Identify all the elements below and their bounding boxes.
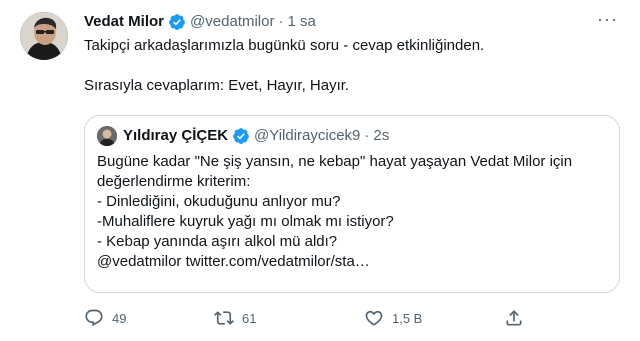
tweet-actions-bar: 49 61 1,5 B <box>84 308 554 328</box>
quoted-tweet-timestamp: 2s <box>373 127 390 144</box>
quoted-text-line: değerlendirme kriterim: <box>97 173 251 190</box>
quoted-text-line: Bugüne kadar "Ne şiş yansın, ne kebap" h… <box>97 153 573 170</box>
retweet-button[interactable]: 61 <box>214 308 364 328</box>
verified-badge-icon <box>169 14 185 30</box>
tweet-timestamp[interactable]: 1 sa <box>287 12 315 32</box>
separator-dot: · <box>278 13 284 30</box>
user-avatar-icon <box>20 12 68 60</box>
author-display-name[interactable]: Vedat Milor <box>84 12 164 32</box>
reply-count: 49 <box>112 310 127 326</box>
reply-icon <box>85 309 103 327</box>
tweet-text-line: Sırasıyla cevaplarım: Evet, Hayır, Hayır… <box>84 77 350 94</box>
user-avatar-icon <box>97 126 117 146</box>
retweet-count: 61 <box>242 310 257 326</box>
author-avatar[interactable] <box>20 12 68 60</box>
verified-badge-icon <box>233 128 249 144</box>
heart-icon <box>365 310 383 326</box>
quoted-tweet[interactable]: Yıldıray ÇİÇEK @Yildiraycicek9 · 2s Bugü… <box>84 115 620 293</box>
author-handle[interactable]: @vedatmilor <box>190 12 274 32</box>
like-button[interactable]: 1,5 B <box>364 308 504 328</box>
quoted-text-line: - Kebap yanında aşırı alkol mü aldı? <box>97 233 338 250</box>
more-options-icon[interactable]: ··· <box>597 10 618 28</box>
quoted-author-avatar <box>97 126 117 146</box>
retweet-icon <box>214 311 234 325</box>
quoted-text-line: - Dinlediğini, okuduğunu anlıyor mu? <box>97 193 341 210</box>
quoted-text-line: @vedatmilor twitter.com/vedatmilor/sta… <box>97 253 370 270</box>
quoted-text-line: -Muhaliflere kuyruk yağı mı olmak mı ist… <box>97 213 394 230</box>
quoted-author-handle: @Yildiraycicek9 <box>254 127 361 144</box>
reply-button[interactable]: 49 <box>84 308 214 328</box>
quoted-author-display-name: Yıldıray ÇİÇEK <box>123 127 229 144</box>
share-icon <box>506 310 522 326</box>
tweet-header: Vedat Milor @vedatmilor · 1 sa <box>84 12 316 32</box>
like-count: 1,5 B <box>392 310 423 326</box>
tweet-text-line: Takipçi arkadaşlarımızla bugünkü soru - … <box>84 37 485 54</box>
quoted-tweet-header: Yıldıray ÇİÇEK @Yildiraycicek9 · 2s <box>97 126 607 146</box>
tweet-text: Takipçi arkadaşlarımızla bugünkü soru - … <box>84 36 614 96</box>
share-button[interactable] <box>504 308 524 328</box>
separator-dot: · <box>364 127 370 144</box>
quoted-tweet-text: Bugüne kadar "Ne şiş yansın, ne kebap" h… <box>97 152 607 272</box>
